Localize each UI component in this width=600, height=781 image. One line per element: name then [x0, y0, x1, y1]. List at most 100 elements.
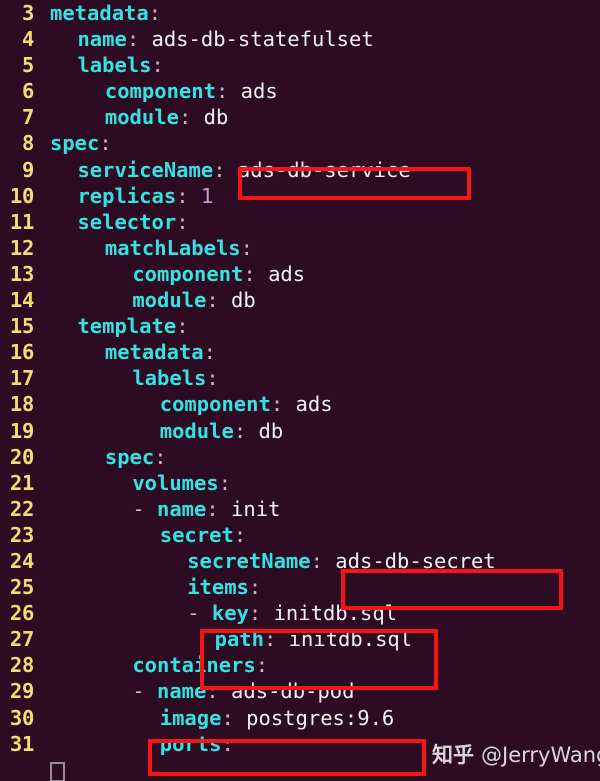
- yaml-colon: :: [151, 53, 164, 78]
- yaml-colon: :: [218, 470, 232, 495]
- code-line[interactable]: 16 metadata:: [0, 339, 600, 365]
- code-line[interactable]: 13 component: ads: [0, 261, 600, 287]
- watermark-logo: 知乎: [432, 743, 474, 767]
- code-lines-container[interactable]: 3 metadata: 4 name: ads-db-statefulset 5 labe…: [0, 0, 600, 757]
- code-line[interactable]: 27 path: initdb.sql: [0, 626, 600, 652]
- code-line[interactable]: 10 replicas: 1: [0, 183, 600, 209]
- line-number: 21: [9, 470, 34, 495]
- code-line[interactable]: 11 selector:: [0, 209, 600, 235]
- yaml-key: metadata: [104, 340, 204, 365]
- code-line[interactable]: 19 module: db: [0, 418, 600, 444]
- yaml-colon: :: [255, 653, 269, 678]
- code-line[interactable]: 26 - key: initdb.sql: [0, 600, 600, 626]
- line-content: secretName: ads-db-secret: [187, 548, 496, 574]
- code-line[interactable]: 8 spec:: [0, 130, 600, 156]
- yaml-value: postgres:9.6: [233, 705, 395, 730]
- line-number: 18: [9, 392, 34, 417]
- code-line[interactable]: 23 secret:: [0, 522, 600, 548]
- yaml-key: volumes: [132, 470, 219, 495]
- line-content: image: postgres:9.6: [160, 705, 395, 731]
- yaml-colon: :: [176, 314, 189, 339]
- line-number: 7: [21, 105, 34, 130]
- yaml-colon: :: [221, 731, 234, 756]
- line-number: 20: [9, 444, 34, 469]
- yaml-value: 1: [188, 183, 214, 208]
- line-content: labels:: [132, 365, 218, 391]
- line-number: 31: [9, 731, 34, 756]
- yaml-value: ads: [283, 392, 333, 417]
- line-number: 12: [9, 235, 34, 260]
- code-line[interactable]: 25 items:: [0, 574, 600, 600]
- code-line[interactable]: 5 labels:: [0, 52, 600, 78]
- yaml-key: module: [132, 288, 207, 313]
- yaml-value: initdb.sql: [276, 627, 413, 652]
- code-line[interactable]: 14 module: db: [0, 287, 600, 313]
- yaml-value: ads-db-pod: [218, 679, 355, 704]
- yaml-value: ads-db-secret: [322, 548, 496, 573]
- code-line[interactable]: 18 component: ads: [0, 391, 600, 417]
- yaml-sequence-dash: -: [132, 496, 157, 521]
- yaml-value: db: [218, 288, 256, 313]
- yaml-colon: :: [233, 418, 247, 443]
- yaml-value: ads: [228, 79, 278, 104]
- line-number: 10: [9, 183, 34, 208]
- line-content: replicas: 1: [77, 183, 213, 209]
- code-line[interactable]: 7 module: db: [0, 104, 600, 130]
- yaml-colon: :: [126, 27, 140, 52]
- yaml-key: template: [77, 314, 177, 339]
- line-content: metadata:: [50, 0, 161, 26]
- yaml-key: items: [187, 575, 249, 600]
- yaml-value: ads: [255, 261, 306, 286]
- yaml-colon: :: [176, 209, 189, 234]
- code-line[interactable]: 12 matchLabels:: [0, 235, 600, 261]
- code-line[interactable]: 20 spec:: [0, 444, 600, 470]
- line-number: 24: [9, 548, 34, 573]
- line-content: containers:: [132, 652, 268, 678]
- code-line[interactable]: 29 - name: ads-db-pod: [0, 678, 600, 704]
- line-content: spec:: [50, 130, 112, 156]
- yaml-key: module: [159, 418, 234, 443]
- code-line[interactable]: 24 secretName: ads-db-secret: [0, 548, 600, 574]
- line-content: secret:: [160, 522, 246, 548]
- yaml-value: db: [246, 418, 284, 443]
- yaml-key: serviceName: [77, 157, 214, 182]
- code-line[interactable]: 22 - name: init: [0, 496, 600, 522]
- yaml-colon: :: [203, 340, 216, 365]
- line-number: 14: [9, 288, 34, 313]
- code-line[interactable]: 6 component: ads: [0, 78, 600, 104]
- line-number: 6: [21, 79, 34, 104]
- code-editor[interactable]: 3 metadata: 4 name: ads-db-statefulset 5 labe…: [0, 0, 600, 781]
- yaml-colon: :: [176, 183, 189, 208]
- yaml-colon: :: [215, 79, 229, 104]
- yaml-sequence-dash: -: [187, 601, 212, 626]
- yaml-value: ads-db-statefulset: [139, 27, 374, 52]
- line-content: metadata:: [105, 339, 216, 365]
- code-line[interactable]: 17 labels:: [0, 365, 600, 391]
- code-line[interactable]: 30 image: postgres:9.6: [0, 705, 600, 731]
- line-content: - name: init: [132, 496, 280, 522]
- watermark: 知乎 @JerryWang: [432, 742, 600, 768]
- yaml-colon: :: [248, 601, 262, 626]
- line-number: 26: [9, 601, 34, 626]
- line-number: 16: [9, 340, 34, 365]
- yaml-key: component: [104, 79, 216, 104]
- yaml-key: replicas: [77, 183, 177, 208]
- line-number: 4: [21, 27, 34, 52]
- yaml-colon: :: [248, 575, 262, 600]
- code-line[interactable]: 4 name: ads-db-statefulset: [0, 26, 600, 52]
- yaml-colon: :: [221, 705, 234, 730]
- line-number: 27: [9, 627, 34, 652]
- line-content: name: ads-db-statefulset: [77, 26, 373, 52]
- code-line[interactable]: 15 template:: [0, 313, 600, 339]
- line-number: 25: [9, 575, 34, 600]
- code-line[interactable]: 21 volumes:: [0, 470, 600, 496]
- line-number: 29: [9, 679, 34, 704]
- code-line[interactable]: 9 serviceName: ads-db-service: [0, 157, 600, 183]
- yaml-colon: :: [206, 679, 219, 704]
- line-content: volumes:: [132, 470, 231, 496]
- line-content: serviceName: ads-db-service: [77, 157, 410, 183]
- code-line[interactable]: 3 metadata:: [0, 0, 600, 26]
- line-content: ports:: [160, 731, 234, 757]
- yaml-key: labels: [77, 53, 152, 78]
- code-line[interactable]: 28 containers:: [0, 652, 600, 678]
